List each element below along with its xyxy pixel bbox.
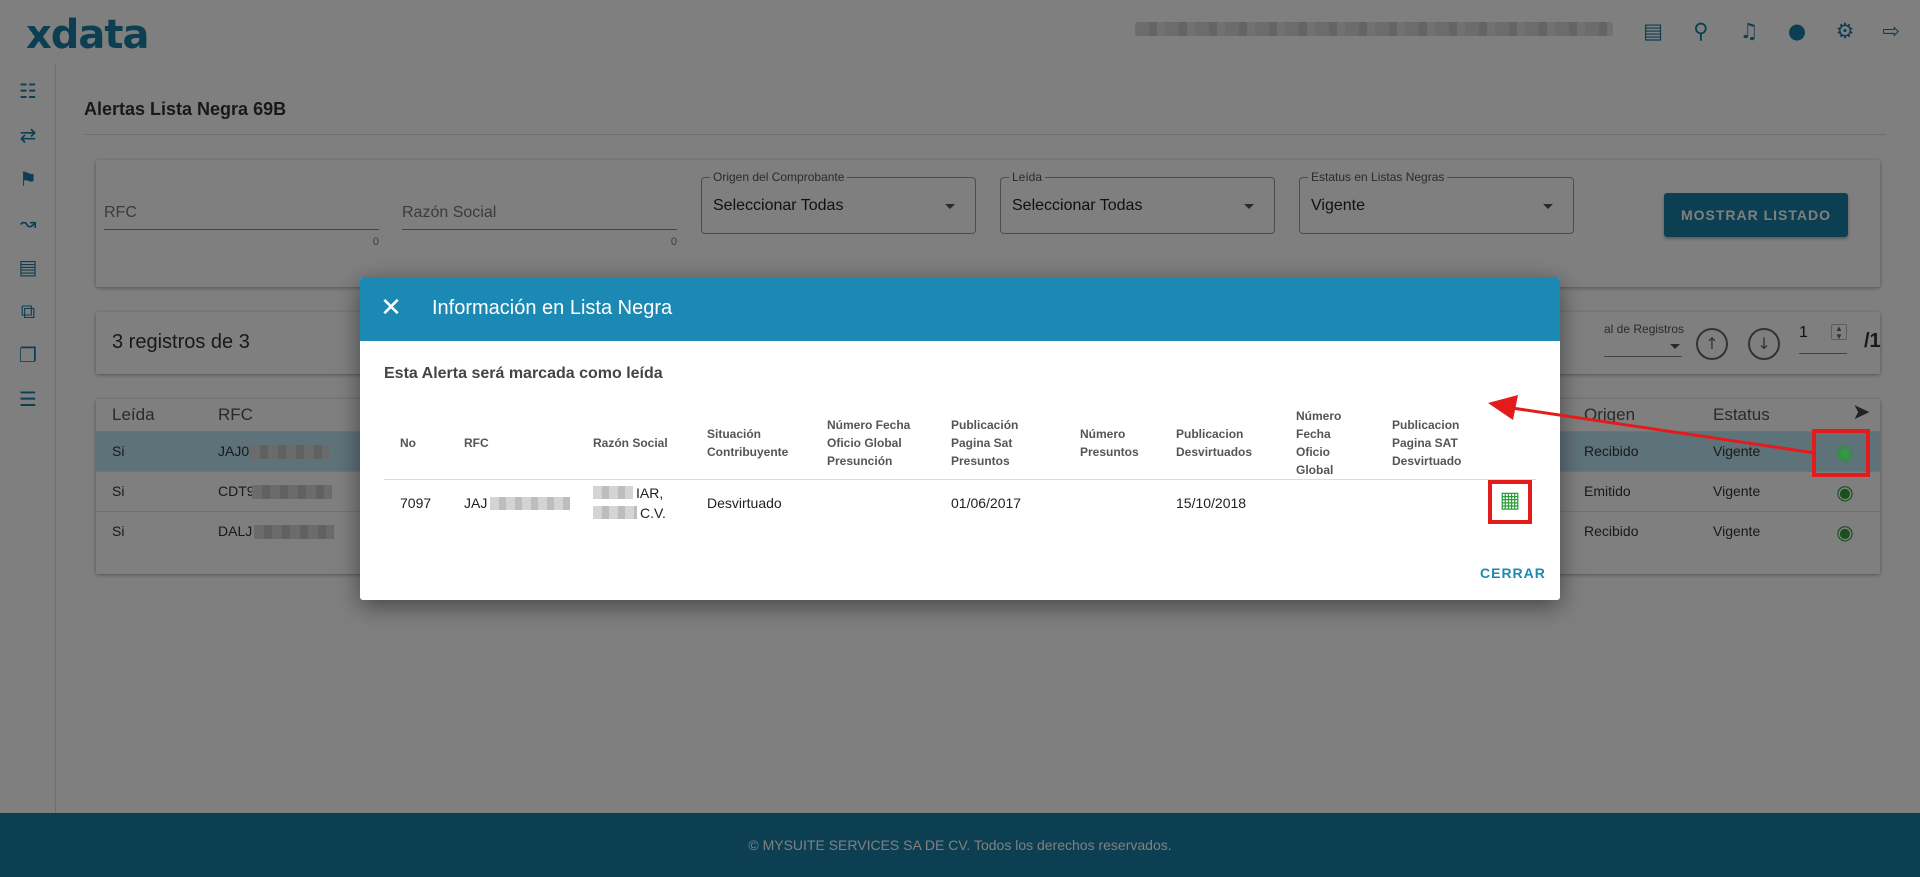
- eye-plus-icon[interactable]: ◉: [1832, 440, 1858, 464]
- col-header-rfc: RFC: [464, 436, 489, 450]
- col-header-num-fecha-global: Número Fecha Oficio Global: [1296, 409, 1342, 477]
- col-header-pub-sat-desvirtuado: Publicacion Pagina SAT Desvirtuado: [1392, 418, 1462, 468]
- cell-pub-sat-presuntos: 01/06/2017: [951, 495, 1022, 511]
- cell-razon-line1: IAR,: [636, 485, 664, 501]
- cell-rfc: JAJ: [464, 495, 488, 511]
- cell-no: 7097: [400, 495, 432, 511]
- col-header-razon-social: Razón Social: [593, 436, 668, 450]
- calendar-search-icon[interactable]: ▦: [1488, 480, 1532, 524]
- close-icon[interactable]: ✕: [376, 293, 406, 323]
- col-header-pub-sat-presuntos: Publicación Pagina Sat Presuntos: [951, 418, 1019, 468]
- col-header-pub-desvirtuados: Publicacion Desvirtuados: [1176, 427, 1253, 459]
- cell-razon-blurred: [593, 506, 637, 519]
- cell-situacion: Desvirtuado: [707, 495, 782, 511]
- blacklist-info-dialog: ✕ Información en Lista Negra Esta Alerta…: [360, 277, 1560, 600]
- dialog-title: Información en Lista Negra: [432, 297, 673, 319]
- dialog-table-divider: [384, 479, 1536, 480]
- col-header-num-fecha-presuncion: Número Fecha Oficio Global Presunción: [827, 418, 911, 468]
- cell-pub-desvirtuados: 15/10/2018: [1176, 495, 1247, 511]
- cell-rfc-blurred: [490, 497, 570, 510]
- cell-razon-blurred: [593, 486, 633, 499]
- cell-razon-line2: C.V.: [640, 505, 666, 521]
- cerrar-button[interactable]: CERRAR: [1480, 565, 1546, 581]
- dialog-header: ✕ Información en Lista Negra: [360, 277, 1560, 341]
- col-header-no: No: [400, 436, 416, 450]
- col-header-situacion: Situación Contribuyente: [707, 427, 789, 459]
- col-header-num-presuntos: Número Presuntos: [1080, 427, 1139, 459]
- dialog-message: Esta Alerta será marcada como leída: [384, 365, 663, 382]
- mouse-cursor-icon: ➤: [1852, 400, 1871, 425]
